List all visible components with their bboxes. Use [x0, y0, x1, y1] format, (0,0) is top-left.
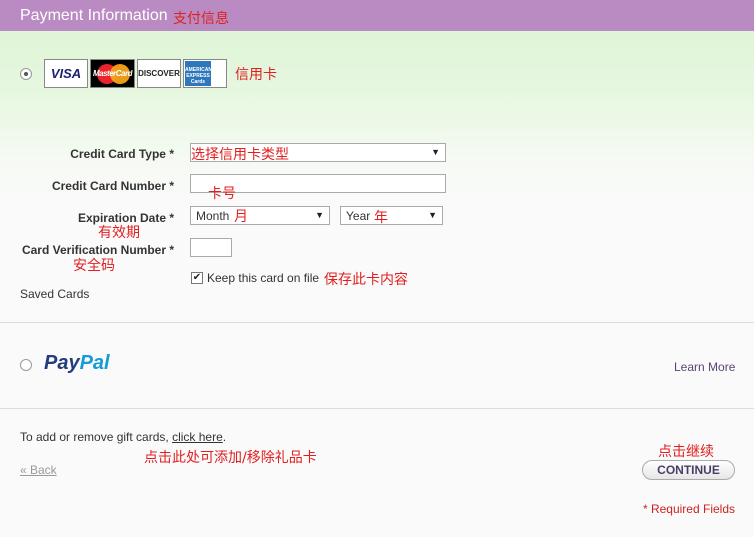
mastercard-logo: MasterCard: [90, 59, 135, 88]
card-number-label: Credit Card Number *: [51, 179, 174, 193]
chevron-down-icon: ▼: [431, 147, 440, 157]
keep-card-label: Keep this card on file: [207, 271, 320, 285]
month-annotation: 月: [234, 209, 248, 225]
gift-cards-annotation: 点击此处可添加/移除礼品卡: [144, 450, 317, 466]
year-annotation: 年: [374, 210, 388, 226]
paypal-logo: PayPal: [44, 352, 110, 374]
month-select[interactable]: Month ▼: [190, 206, 330, 225]
discover-logo: DISCOVER: [137, 59, 181, 88]
continue-annotation: 点击继续: [658, 444, 714, 460]
keep-card-checkbox[interactable]: ✔: [191, 272, 203, 284]
section-divider: [0, 322, 754, 323]
keep-card-annotation: 保存此卡内容: [324, 272, 408, 288]
learn-more-link[interactable]: Learn More: [674, 360, 735, 374]
gift-cards-link[interactable]: click here: [172, 430, 223, 444]
expiration-annotation: 有效期: [98, 225, 140, 241]
paypal-radio[interactable]: [20, 359, 32, 371]
payment-header: Payment Information 支付信息: [0, 0, 754, 31]
cvn-input[interactable]: [190, 238, 232, 257]
page-title: Payment Information: [20, 7, 168, 24]
section-divider: [0, 408, 754, 409]
title-annotation: 支付信息: [173, 11, 229, 27]
visa-logo: VISA: [44, 59, 88, 88]
amex-logo: AMERICAN EXPRESS Cards: [183, 59, 227, 88]
card-type-label: Credit Card Type *: [70, 147, 174, 161]
credit-card-radio[interactable]: [20, 68, 32, 80]
year-select[interactable]: Year ▼: [340, 206, 443, 225]
required-fields-note: * Required Fields: [642, 502, 735, 516]
card-type-annotation: 选择信用卡类型: [191, 147, 289, 163]
cvn-annotation: 安全码: [73, 258, 115, 274]
cards-annotation: 信用卡: [235, 67, 277, 83]
chevron-down-icon: ▼: [428, 210, 437, 220]
back-link[interactable]: « Back: [20, 463, 57, 477]
card-number-annotation: 卡号: [208, 186, 236, 202]
chevron-down-icon: ▼: [315, 210, 324, 220]
gift-cards-text: To add or remove gift cards, click here.: [20, 430, 227, 444]
saved-cards-label: Saved Cards: [20, 287, 90, 301]
continue-button[interactable]: CONTINUE: [642, 460, 735, 480]
